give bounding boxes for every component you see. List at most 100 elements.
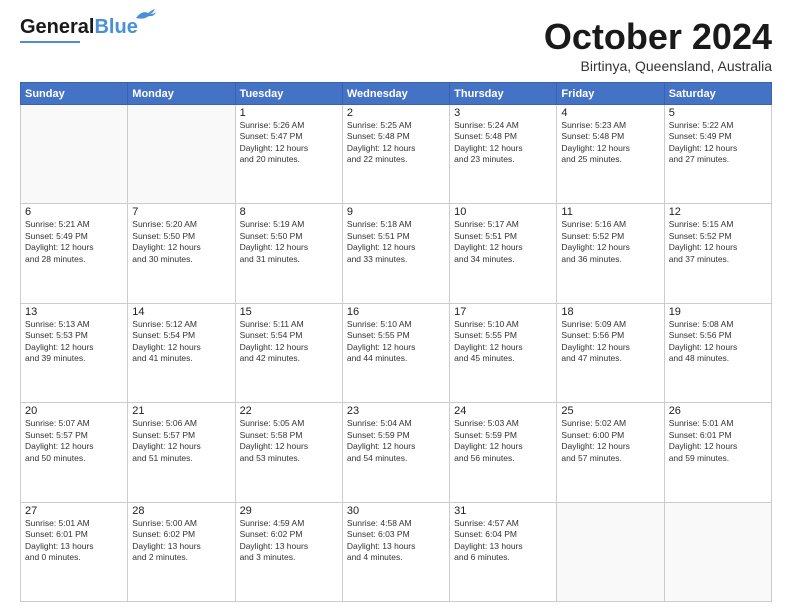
- week-row-1: 6Sunrise: 5:21 AMSunset: 5:49 PMDaylight…: [21, 204, 772, 303]
- day-number: 24: [454, 405, 552, 417]
- day-cell: 29Sunrise: 4:59 AMSunset: 6:02 PMDayligh…: [235, 502, 342, 601]
- day-number: 5: [669, 107, 767, 119]
- day-info: Sunrise: 5:10 AMSunset: 5:55 PMDaylight:…: [454, 319, 552, 365]
- day-info: Sunrise: 5:00 AMSunset: 6:02 PMDaylight:…: [132, 518, 230, 564]
- day-cell: 11Sunrise: 5:16 AMSunset: 5:52 PMDayligh…: [557, 204, 664, 303]
- day-cell: 15Sunrise: 5:11 AMSunset: 5:54 PMDayligh…: [235, 303, 342, 402]
- day-number: 13: [25, 306, 123, 318]
- col-header-wednesday: Wednesday: [342, 83, 449, 105]
- day-number: 16: [347, 306, 445, 318]
- day-number: 25: [561, 405, 659, 417]
- col-header-saturday: Saturday: [664, 83, 771, 105]
- day-cell: 31Sunrise: 4:57 AMSunset: 6:04 PMDayligh…: [450, 502, 557, 601]
- day-number: 19: [669, 306, 767, 318]
- day-info: Sunrise: 5:01 AMSunset: 6:01 PMDaylight:…: [669, 418, 767, 464]
- day-cell: 20Sunrise: 5:07 AMSunset: 5:57 PMDayligh…: [21, 403, 128, 502]
- day-info: Sunrise: 5:23 AMSunset: 5:48 PMDaylight:…: [561, 120, 659, 166]
- day-info: Sunrise: 5:22 AMSunset: 5:49 PMDaylight:…: [669, 120, 767, 166]
- location: Birtinya, Queensland, Australia: [544, 58, 772, 74]
- day-info: Sunrise: 5:17 AMSunset: 5:51 PMDaylight:…: [454, 219, 552, 265]
- page: GeneralBlue October 2024 Birtinya, Queen…: [0, 0, 792, 612]
- day-info: Sunrise: 5:12 AMSunset: 5:54 PMDaylight:…: [132, 319, 230, 365]
- day-number: 27: [25, 505, 123, 517]
- day-cell: 5Sunrise: 5:22 AMSunset: 5:49 PMDaylight…: [664, 105, 771, 204]
- logo-blue: Blue: [94, 16, 137, 38]
- day-number: 20: [25, 405, 123, 417]
- header: GeneralBlue October 2024 Birtinya, Queen…: [20, 16, 772, 74]
- day-cell: 19Sunrise: 5:08 AMSunset: 5:56 PMDayligh…: [664, 303, 771, 402]
- day-cell: 8Sunrise: 5:19 AMSunset: 5:50 PMDaylight…: [235, 204, 342, 303]
- day-number: 3: [454, 107, 552, 119]
- logo: GeneralBlue: [20, 16, 138, 43]
- day-number: 2: [347, 107, 445, 119]
- week-row-2: 13Sunrise: 5:13 AMSunset: 5:53 PMDayligh…: [21, 303, 772, 402]
- day-number: 11: [561, 206, 659, 218]
- day-cell: 7Sunrise: 5:20 AMSunset: 5:50 PMDaylight…: [128, 204, 235, 303]
- day-cell: 10Sunrise: 5:17 AMSunset: 5:51 PMDayligh…: [450, 204, 557, 303]
- day-info: Sunrise: 5:10 AMSunset: 5:55 PMDaylight:…: [347, 319, 445, 365]
- day-info: Sunrise: 5:04 AMSunset: 5:59 PMDaylight:…: [347, 418, 445, 464]
- header-row: SundayMondayTuesdayWednesdayThursdayFrid…: [21, 83, 772, 105]
- day-number: 26: [669, 405, 767, 417]
- week-row-0: 1Sunrise: 5:26 AMSunset: 5:47 PMDaylight…: [21, 105, 772, 204]
- day-info: Sunrise: 5:25 AMSunset: 5:48 PMDaylight:…: [347, 120, 445, 166]
- day-number: 12: [669, 206, 767, 218]
- day-info: Sunrise: 4:57 AMSunset: 6:04 PMDaylight:…: [454, 518, 552, 564]
- day-info: Sunrise: 5:15 AMSunset: 5:52 PMDaylight:…: [669, 219, 767, 265]
- day-cell: [21, 105, 128, 204]
- day-cell: 14Sunrise: 5:12 AMSunset: 5:54 PMDayligh…: [128, 303, 235, 402]
- col-header-sunday: Sunday: [21, 83, 128, 105]
- col-header-tuesday: Tuesday: [235, 83, 342, 105]
- day-number: 7: [132, 206, 230, 218]
- day-cell: 16Sunrise: 5:10 AMSunset: 5:55 PMDayligh…: [342, 303, 449, 402]
- day-info: Sunrise: 5:20 AMSunset: 5:50 PMDaylight:…: [132, 219, 230, 265]
- day-info: Sunrise: 5:11 AMSunset: 5:54 PMDaylight:…: [240, 319, 338, 365]
- day-number: 29: [240, 505, 338, 517]
- day-cell: 12Sunrise: 5:15 AMSunset: 5:52 PMDayligh…: [664, 204, 771, 303]
- col-header-thursday: Thursday: [450, 83, 557, 105]
- day-number: 31: [454, 505, 552, 517]
- day-cell: 28Sunrise: 5:00 AMSunset: 6:02 PMDayligh…: [128, 502, 235, 601]
- day-cell: 23Sunrise: 5:04 AMSunset: 5:59 PMDayligh…: [342, 403, 449, 502]
- day-info: Sunrise: 5:26 AMSunset: 5:47 PMDaylight:…: [240, 120, 338, 166]
- day-info: Sunrise: 4:59 AMSunset: 6:02 PMDaylight:…: [240, 518, 338, 564]
- day-info: Sunrise: 5:09 AMSunset: 5:56 PMDaylight:…: [561, 319, 659, 365]
- day-info: Sunrise: 5:02 AMSunset: 6:00 PMDaylight:…: [561, 418, 659, 464]
- day-number: 4: [561, 107, 659, 119]
- day-info: Sunrise: 5:07 AMSunset: 5:57 PMDaylight:…: [25, 418, 123, 464]
- day-cell: 30Sunrise: 4:58 AMSunset: 6:03 PMDayligh…: [342, 502, 449, 601]
- day-cell: 22Sunrise: 5:05 AMSunset: 5:58 PMDayligh…: [235, 403, 342, 502]
- day-cell: 13Sunrise: 5:13 AMSunset: 5:53 PMDayligh…: [21, 303, 128, 402]
- day-number: 30: [347, 505, 445, 517]
- day-info: Sunrise: 5:21 AMSunset: 5:49 PMDaylight:…: [25, 219, 123, 265]
- day-number: 8: [240, 206, 338, 218]
- day-cell: 18Sunrise: 5:09 AMSunset: 5:56 PMDayligh…: [557, 303, 664, 402]
- day-cell: 24Sunrise: 5:03 AMSunset: 5:59 PMDayligh…: [450, 403, 557, 502]
- day-info: Sunrise: 5:05 AMSunset: 5:58 PMDaylight:…: [240, 418, 338, 464]
- day-info: Sunrise: 5:18 AMSunset: 5:51 PMDaylight:…: [347, 219, 445, 265]
- day-number: 14: [132, 306, 230, 318]
- day-cell: 6Sunrise: 5:21 AMSunset: 5:49 PMDaylight…: [21, 204, 128, 303]
- day-number: 9: [347, 206, 445, 218]
- calendar-table: SundayMondayTuesdayWednesdayThursdayFrid…: [20, 82, 772, 602]
- day-number: 1: [240, 107, 338, 119]
- day-cell: 17Sunrise: 5:10 AMSunset: 5:55 PMDayligh…: [450, 303, 557, 402]
- day-number: 21: [132, 405, 230, 417]
- day-cell: [557, 502, 664, 601]
- col-header-monday: Monday: [128, 83, 235, 105]
- day-number: 22: [240, 405, 338, 417]
- day-cell: 27Sunrise: 5:01 AMSunset: 6:01 PMDayligh…: [21, 502, 128, 601]
- day-cell: 9Sunrise: 5:18 AMSunset: 5:51 PMDaylight…: [342, 204, 449, 303]
- day-number: 23: [347, 405, 445, 417]
- day-cell: 4Sunrise: 5:23 AMSunset: 5:48 PMDaylight…: [557, 105, 664, 204]
- day-info: Sunrise: 5:08 AMSunset: 5:56 PMDaylight:…: [669, 319, 767, 365]
- day-info: Sunrise: 5:06 AMSunset: 5:57 PMDaylight:…: [132, 418, 230, 464]
- day-info: Sunrise: 5:19 AMSunset: 5:50 PMDaylight:…: [240, 219, 338, 265]
- title-block: October 2024 Birtinya, Queensland, Austr…: [544, 16, 772, 74]
- logo-general: General: [20, 16, 94, 38]
- day-cell: 2Sunrise: 5:25 AMSunset: 5:48 PMDaylight…: [342, 105, 449, 204]
- day-cell: 3Sunrise: 5:24 AMSunset: 5:48 PMDaylight…: [450, 105, 557, 204]
- day-number: 17: [454, 306, 552, 318]
- day-info: Sunrise: 5:13 AMSunset: 5:53 PMDaylight:…: [25, 319, 123, 365]
- day-cell: [128, 105, 235, 204]
